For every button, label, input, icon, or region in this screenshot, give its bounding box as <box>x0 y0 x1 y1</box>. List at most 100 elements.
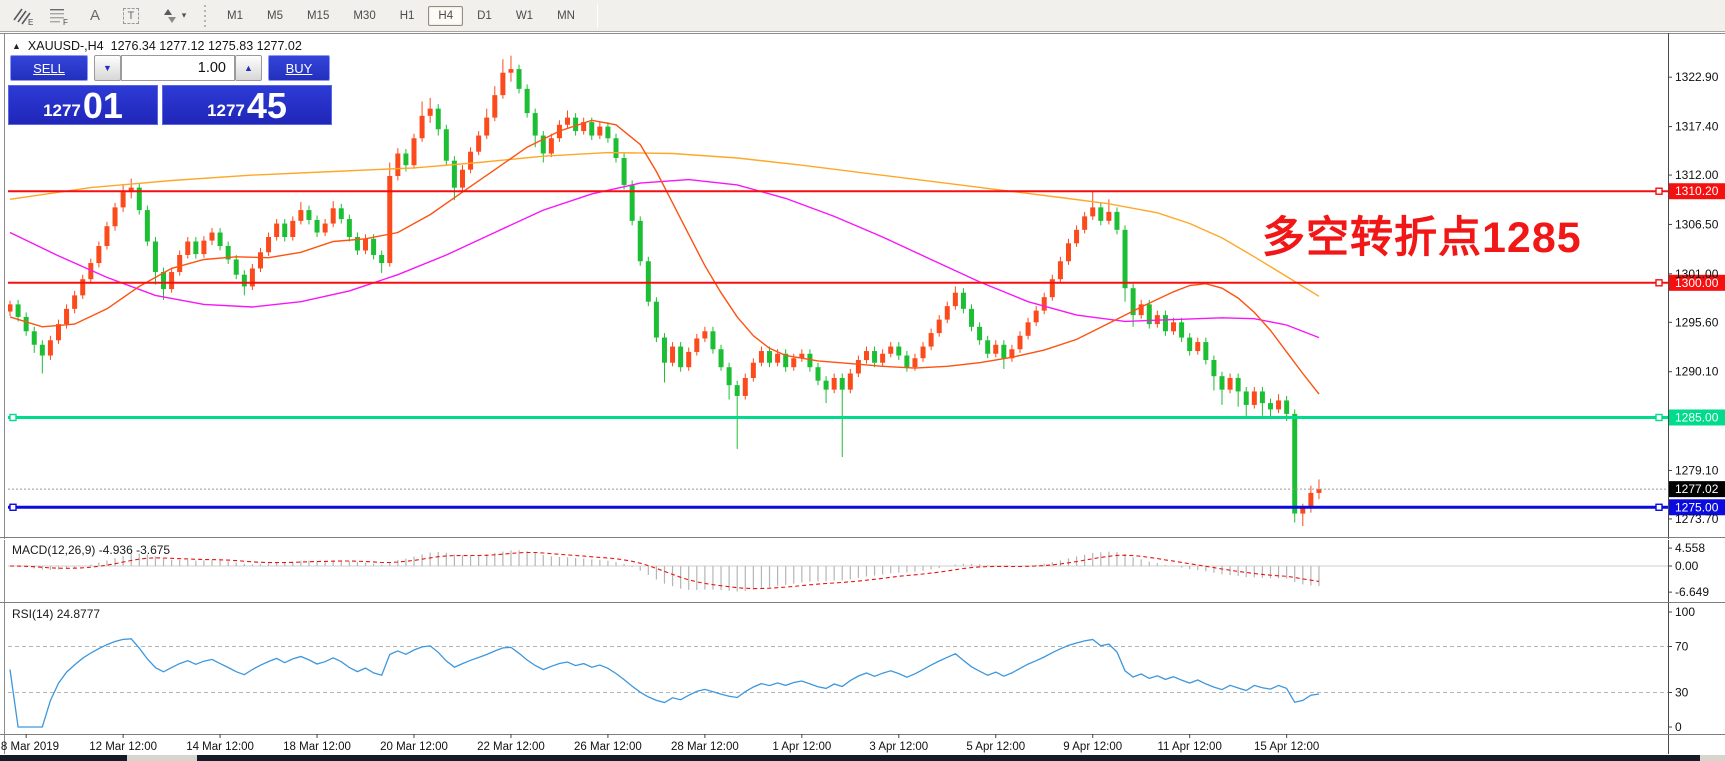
candle-body <box>694 338 699 351</box>
candle-body <box>589 122 594 135</box>
candle-body <box>929 333 934 346</box>
candle-body <box>1236 378 1241 391</box>
price-tick-label: 1273.70 <box>1675 512 1719 526</box>
candle-body <box>791 358 796 367</box>
rsi-axis-label: 0 <box>1675 720 1682 734</box>
candle-body <box>614 138 619 158</box>
sell-price-small: 1277 <box>43 102 81 119</box>
candle-body <box>1292 414 1297 514</box>
candle-body <box>533 113 538 135</box>
candle-body <box>420 116 425 138</box>
candle-body <box>56 324 61 340</box>
candle-body <box>1179 322 1184 337</box>
candle-body <box>306 210 311 220</box>
rsi-axis-label: 30 <box>1675 686 1689 700</box>
hline-anchor[interactable] <box>10 414 16 420</box>
candle-body <box>218 233 223 246</box>
candle-body <box>961 293 966 309</box>
candle-body <box>1187 338 1192 351</box>
macd-axis-label: 0.00 <box>1675 559 1699 573</box>
candle-body <box>743 378 748 396</box>
candle-body <box>40 345 45 356</box>
volume-decrease-button[interactable]: ▼ <box>94 55 121 81</box>
date-tick-label: 22 Mar 12:00 <box>477 741 545 753</box>
candle-body <box>985 340 990 353</box>
candle-body <box>387 176 392 263</box>
candle-body <box>775 354 780 363</box>
date-tick-label: 26 Mar 12:00 <box>574 741 642 753</box>
mt4-terminal: E F A T <box>0 0 1725 761</box>
candle-body <box>872 351 877 363</box>
candle-body <box>468 152 473 170</box>
chart-symbol-period: XAUUSD-,H4 <box>28 39 104 53</box>
volume-input[interactable] <box>121 55 235 81</box>
candle-body <box>145 210 150 241</box>
candle-body <box>339 208 344 219</box>
price-tick-label: 1295.60 <box>1675 315 1719 329</box>
candle-body <box>605 127 610 139</box>
candle-body <box>1106 212 1111 221</box>
date-tick-label: 18 Mar 12:00 <box>283 741 351 753</box>
candle-body <box>888 347 893 354</box>
candle-body <box>8 304 13 311</box>
candle-body <box>1042 297 1047 310</box>
candle-body <box>1123 230 1128 288</box>
candle-body <box>517 69 522 89</box>
candle-body <box>840 378 845 390</box>
candle-body <box>476 136 481 152</box>
candle-body <box>403 154 408 166</box>
candle-body <box>347 219 352 237</box>
collapse-triangle-icon[interactable]: ▲ <box>12 41 21 51</box>
rsi-line <box>10 639 1319 727</box>
candle-body <box>1260 391 1265 403</box>
bottom-strip-segment <box>197 755 1700 761</box>
one-click-trading-panel: SELL ▼ ▲ BUY 1277 01 1277 45 <box>8 55 332 126</box>
candle-body <box>298 210 303 221</box>
hline-anchor[interactable] <box>1656 414 1662 420</box>
macd-axis-label: -6.649 <box>1675 585 1709 599</box>
candle-body <box>1163 315 1168 331</box>
candle-body <box>848 373 853 389</box>
candle-body <box>436 109 441 130</box>
candle-body <box>525 89 530 113</box>
sell-price-big: 01 <box>83 90 123 122</box>
candle-body <box>1018 336 1023 349</box>
buy-button[interactable]: BUY <box>268 55 330 81</box>
candle-body <box>1082 216 1087 229</box>
hline-anchor[interactable] <box>10 504 16 510</box>
date-tick-label: 5 Apr 12:00 <box>966 741 1025 753</box>
price-tick-label: 1301.00 <box>1675 267 1719 281</box>
sell-price-box[interactable]: 1277 01 <box>8 85 158 125</box>
candle-body <box>646 261 651 301</box>
candle-body <box>1244 391 1249 404</box>
hline-anchor[interactable] <box>1656 188 1662 194</box>
buy-price-box[interactable]: 1277 45 <box>162 85 332 125</box>
candle-body <box>573 118 578 131</box>
candle-body <box>169 272 174 289</box>
candle-body <box>662 338 667 363</box>
candle-body <box>1203 342 1208 360</box>
chart-ohlc-values: 1276.34 1277.12 1275.83 1277.02 <box>111 39 302 53</box>
candle-body <box>508 69 513 73</box>
hline-price-tag-text: 1310.20 <box>1675 184 1719 198</box>
candle-body <box>945 306 950 319</box>
candle-body <box>201 241 206 254</box>
hline-anchor[interactable] <box>1656 280 1662 286</box>
candle-body <box>670 347 675 363</box>
candle-body <box>686 352 691 367</box>
sell-button[interactable]: SELL <box>10 55 88 81</box>
candle-body <box>1026 322 1031 335</box>
candle-body <box>274 224 279 237</box>
candle-body <box>896 347 901 356</box>
hline-anchor[interactable] <box>1656 504 1662 510</box>
candle-body <box>1058 261 1063 279</box>
candle-body <box>751 363 756 378</box>
macd-layer <box>8 550 1668 591</box>
volume-increase-button[interactable]: ▲ <box>235 55 262 81</box>
candle-body <box>1098 207 1103 220</box>
candle-body <box>258 252 263 268</box>
candle-body <box>290 221 295 237</box>
candle-body <box>80 279 85 295</box>
candle-body <box>719 349 724 367</box>
candle-body <box>654 302 659 338</box>
